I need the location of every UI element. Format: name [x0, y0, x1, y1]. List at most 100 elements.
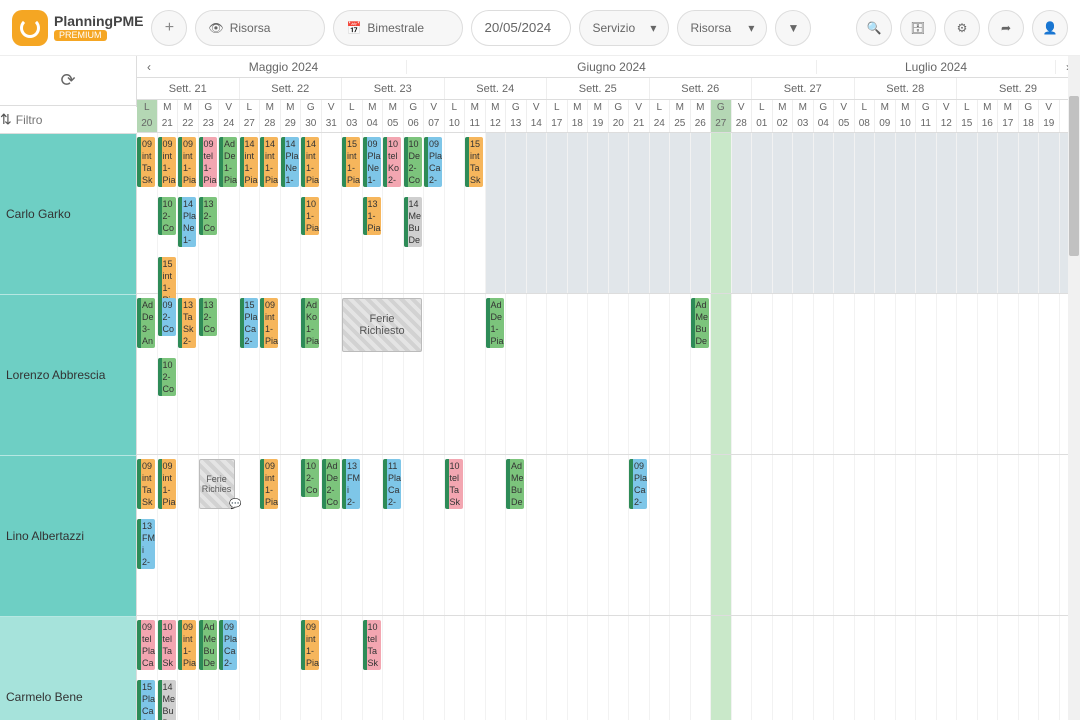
timeline-row[interactable]: [137, 616, 1080, 720]
comment-icon[interactable]: 💬: [229, 499, 241, 510]
task-block[interactable]: 14PlaNe1-: [178, 197, 196, 247]
task-block[interactable]: 14int1-Pia: [260, 137, 278, 187]
day-cell[interactable]: V28: [732, 100, 753, 132]
vacation-block[interactable]: FerieRichiesto: [342, 298, 422, 352]
task-block[interactable]: 09PlaCa2-: [629, 459, 647, 509]
task-block[interactable]: 09int1-Pia: [178, 620, 196, 670]
day-cell[interactable]: M29: [281, 100, 302, 132]
task-block[interactable]: 14int1-Pia: [301, 137, 319, 187]
day-cell[interactable]: G04: [814, 100, 835, 132]
task-block[interactable]: 09tel1-Pia: [199, 137, 217, 187]
task-block[interactable]: 102-Co: [301, 459, 319, 497]
timeline-row[interactable]: [137, 294, 1080, 455]
search-button[interactable]: 🔍: [856, 10, 892, 46]
day-cell[interactable]: G11: [916, 100, 937, 132]
task-block[interactable]: 15PlaCa2-: [137, 680, 155, 720]
day-cell[interactable]: G13: [506, 100, 527, 132]
data-button[interactable]: 🗄: [900, 10, 936, 46]
task-block[interactable]: AdKo1-Pia: [301, 298, 319, 348]
day-cell[interactable]: V19: [1039, 100, 1060, 132]
resource-item[interactable]: Lino Albertazzi: [0, 456, 136, 617]
task-block[interactable]: 09int1-Pia: [158, 459, 176, 509]
task-block[interactable]: 09int1-Pia: [260, 298, 278, 348]
day-cell[interactable]: G06: [404, 100, 425, 132]
day-cell[interactable]: G20: [609, 100, 630, 132]
task-block[interactable]: 09int1-Pia: [178, 137, 196, 187]
timeline-row[interactable]: [137, 455, 1080, 616]
share-button[interactable]: ➦: [988, 10, 1024, 46]
task-block[interactable]: AdMeBuDe: [506, 459, 524, 509]
day-cell[interactable]: V14: [527, 100, 548, 132]
day-cell[interactable]: V12: [937, 100, 958, 132]
vertical-scrollbar[interactable]: [1068, 56, 1080, 720]
refresh-button[interactable]: ⟳: [60, 70, 75, 91]
day-cell[interactable]: M28: [260, 100, 281, 132]
task-block[interactable]: AdMeBuDe: [691, 298, 709, 348]
task-block[interactable]: 101-Pia: [301, 197, 319, 235]
task-block[interactable]: 102-Co: [158, 358, 176, 396]
task-block[interactable]: 14PlaNe1-: [281, 137, 299, 187]
day-cell[interactable]: L01: [752, 100, 773, 132]
day-cell[interactable]: L17: [547, 100, 568, 132]
service-select[interactable]: Servizio▾: [579, 10, 669, 46]
task-block[interactable]: 09PlaCa2-: [424, 137, 442, 187]
resource-item[interactable]: Carlo Garko: [0, 134, 136, 295]
day-cell[interactable]: G30: [301, 100, 322, 132]
day-cell[interactable]: G27: [711, 100, 732, 132]
task-block[interactable]: 15intTaSk: [465, 137, 483, 187]
day-cell[interactable]: V05: [834, 100, 855, 132]
day-cell[interactable]: M12: [486, 100, 507, 132]
task-block[interactable]: 13FMi2-: [137, 519, 155, 569]
task-block[interactable]: 15PlaCa2-: [240, 298, 258, 348]
task-block[interactable]: 092-Co: [158, 298, 176, 336]
user-button[interactable]: 👤: [1032, 10, 1068, 46]
day-cell[interactable]: M10: [896, 100, 917, 132]
task-block[interactable]: 102-Co: [158, 197, 176, 235]
day-cell[interactable]: M09: [875, 100, 896, 132]
task-block[interactable]: 14MeBuDe: [158, 680, 176, 720]
resource-item[interactable]: Carmelo Bene: [0, 617, 136, 720]
day-cell[interactable]: L20: [137, 100, 158, 132]
task-block[interactable]: 132-Co: [199, 197, 217, 235]
day-cell[interactable]: L24: [650, 100, 671, 132]
task-block[interactable]: 09int1-Pia: [301, 620, 319, 670]
task-block[interactable]: 13FMi2-: [342, 459, 360, 509]
period-select[interactable]: 📅Bimestrale: [333, 10, 463, 46]
task-block[interactable]: 132-Co: [199, 298, 217, 336]
task-block[interactable]: AdDe1-Pia: [219, 137, 237, 187]
task-block[interactable]: AdDe3-An: [137, 298, 155, 348]
task-block[interactable]: 09PlaNe1-: [363, 137, 381, 187]
task-block[interactable]: 13TaSk2-: [178, 298, 196, 348]
task-block[interactable]: 09int1-Pia: [260, 459, 278, 509]
day-cell[interactable]: M11: [465, 100, 486, 132]
prev-month-button[interactable]: ‹: [137, 60, 161, 74]
day-cell[interactable]: M18: [568, 100, 589, 132]
task-block[interactable]: 10telTaSk: [363, 620, 381, 670]
scrollbar-thumb[interactable]: [1069, 96, 1079, 256]
resource2-select[interactable]: Risorsa▾: [677, 10, 767, 46]
day-cell[interactable]: V31: [322, 100, 343, 132]
day-cell[interactable]: L10: [445, 100, 466, 132]
day-cell[interactable]: L27: [240, 100, 261, 132]
add-button[interactable]: +: [151, 10, 187, 46]
task-block[interactable]: 10telTaSk: [158, 620, 176, 670]
day-cell[interactable]: V21: [629, 100, 650, 132]
day-cell[interactable]: M05: [383, 100, 404, 132]
day-cell[interactable]: M26: [691, 100, 712, 132]
day-cell[interactable]: V07: [424, 100, 445, 132]
task-block[interactable]: 09int1-Pia: [158, 137, 176, 187]
task-block[interactable]: 10telTaSk: [445, 459, 463, 509]
task-block[interactable]: 09intTaSk: [137, 137, 155, 187]
task-block[interactable]: 14MeBuDe: [404, 197, 422, 247]
resource-item[interactable]: Lorenzo Abbrescia: [0, 295, 136, 456]
task-block[interactable]: 09telPlaCa: [137, 620, 155, 670]
task-block[interactable]: 15int1-Pia: [342, 137, 360, 187]
task-block[interactable]: AdDe1-Pia: [486, 298, 504, 348]
task-block[interactable]: 131-Pia: [363, 197, 381, 235]
day-cell[interactable]: M22: [178, 100, 199, 132]
day-cell[interactable]: M16: [978, 100, 999, 132]
day-cell[interactable]: G18: [1019, 100, 1040, 132]
filter-button[interactable]: ▼: [775, 10, 811, 46]
day-cell[interactable]: M17: [998, 100, 1019, 132]
task-block[interactable]: AdMeBuDe: [199, 620, 217, 670]
